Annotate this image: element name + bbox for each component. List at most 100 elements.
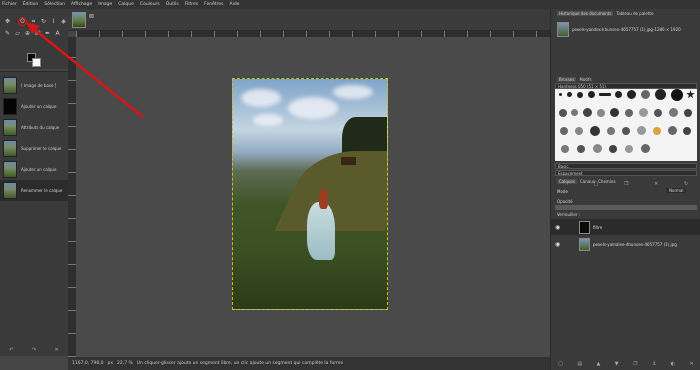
brush-swatch[interactable]: [622, 127, 630, 135]
menu-item-file[interactable]: Fichier: [2, 2, 17, 7]
image-tab-thumbnail[interactable]: [72, 12, 86, 28]
clone-tool-icon[interactable]: ⊕: [23, 29, 32, 38]
raise-layer-icon[interactable]: ▲: [596, 361, 600, 367]
brush-swatch[interactable]: [567, 92, 572, 97]
smudge-tool-icon[interactable]: ☍: [33, 29, 42, 38]
anchor-layer-icon[interactable]: ⚓: [652, 361, 656, 367]
history-item[interactable]: Supprimer le calque: [0, 138, 68, 159]
mode-dropdown[interactable]: Normal: [666, 188, 687, 193]
brush-spacing-field[interactable]: Espacement: [555, 170, 697, 176]
brush-swatch[interactable]: [653, 127, 661, 135]
undo-icon[interactable]: ↶: [9, 347, 13, 353]
brush-swatch[interactable]: [684, 109, 692, 117]
brush-swatch[interactable]: [590, 126, 600, 136]
rotate-tool-icon[interactable]: ↻: [39, 17, 48, 26]
image-canvas[interactable]: [76, 37, 550, 357]
lower-layer-icon[interactable]: ▼: [615, 361, 619, 367]
brush-swatch[interactable]: [625, 109, 633, 117]
menu-item-tools[interactable]: Outils: [166, 2, 179, 7]
brush-swatch[interactable]: [637, 126, 646, 135]
visibility-eye-icon[interactable]: ◉: [555, 224, 563, 231]
path-tool-icon[interactable]: ✒: [43, 29, 52, 38]
brush-swatch[interactable]: [610, 108, 619, 117]
menu-item-help[interactable]: Aide: [230, 2, 240, 7]
brush-tag-field[interactable]: Basic,: [555, 163, 697, 169]
new-layer-icon[interactable]: ▢: [558, 361, 563, 367]
brush-swatch[interactable]: [683, 127, 691, 135]
brush-swatch[interactable]: [639, 108, 648, 117]
clear-history-icon[interactable]: ✕: [55, 347, 59, 353]
menu-item-edit[interactable]: Édition: [23, 2, 39, 7]
brush-swatch[interactable]: [597, 109, 605, 117]
opacity-slider[interactable]: [555, 205, 697, 210]
duplicate-brush-icon[interactable]: ❐: [624, 181, 628, 187]
tab-paths[interactable]: Chemins: [598, 179, 615, 184]
layer-name[interactable]: filtre: [593, 225, 602, 230]
background-color-swatch[interactable]: [32, 58, 41, 67]
delete-layer-icon[interactable]: ✕: [690, 361, 694, 367]
layer-row[interactable]: ◉ filtre: [551, 219, 700, 235]
brush-swatch[interactable]: [607, 127, 615, 135]
tab-channels[interactable]: Canaux: [580, 179, 595, 184]
menu-item-colors[interactable]: Couleurs: [140, 2, 160, 7]
menu-item-filters[interactable]: Filtres: [185, 2, 198, 7]
tab-brushes[interactable]: Brosses: [557, 77, 577, 82]
brush-swatch[interactable]: [561, 145, 569, 153]
tab-document-history[interactable]: Historique des documents: [557, 11, 614, 16]
eraser-tool-icon[interactable]: ▱: [13, 29, 22, 38]
brush-swatch[interactable]: [641, 144, 650, 153]
bucket-tool-icon[interactable]: ◈: [59, 17, 68, 26]
brush-swatch[interactable]: [588, 91, 595, 98]
move-tool-icon[interactable]: ✥: [3, 17, 12, 26]
close-tab-icon[interactable]: ⊠: [89, 13, 94, 20]
brush-swatch[interactable]: [615, 91, 622, 98]
image-photo[interactable]: [232, 78, 388, 310]
menu-item-layer[interactable]: Calque: [118, 2, 134, 7]
menu-item-view[interactable]: Affichage: [71, 2, 92, 7]
zoom-selector[interactable]: 22,7 %: [117, 361, 133, 366]
menu-item-windows[interactable]: Fenêtres: [204, 2, 223, 7]
brush-swatch[interactable]: [654, 109, 662, 117]
tab-patterns[interactable]: Motifs: [579, 77, 591, 82]
refresh-brushes-icon[interactable]: ↻: [684, 181, 688, 187]
history-item[interactable]: Ajouter un calque: [0, 96, 68, 117]
brush-swatch[interactable]: [559, 109, 567, 117]
document-item[interactable]: pexels-yandex-khunsen-4657757 (1).jpg-12…: [551, 18, 700, 40]
brush-swatch[interactable]: [583, 108, 592, 117]
tab-layers[interactable]: Calques: [557, 179, 577, 184]
visibility-eye-icon[interactable]: ◉: [555, 241, 563, 248]
brush-swatch[interactable]: [559, 93, 562, 96]
brush-swatch[interactable]: [577, 92, 583, 98]
tab-palette-editor[interactable]: Tableau de palette: [616, 11, 653, 16]
brush-swatch[interactable]: [668, 126, 677, 135]
brush-swatch[interactable]: [671, 89, 683, 101]
brush-swatch[interactable]: [641, 90, 650, 99]
redo-icon[interactable]: ↷: [32, 347, 36, 353]
paintbrush-tool-icon[interactable]: ✎: [3, 29, 12, 38]
new-group-icon[interactable]: ▤: [577, 361, 582, 367]
text-tool-icon[interactable]: A: [53, 29, 62, 38]
warp-tool-icon[interactable]: ⌇: [49, 17, 58, 26]
brush-grid[interactable]: [555, 89, 697, 161]
menu-item-image[interactable]: Image: [98, 2, 112, 7]
brush-swatch[interactable]: [575, 127, 583, 135]
brush-swatch[interactable]: [599, 93, 611, 96]
star-brush-icon[interactable]: [686, 90, 695, 99]
history-item[interactable]: Attributs du calque: [0, 117, 68, 138]
unit-selector[interactable]: px: [108, 361, 114, 366]
brush-swatch[interactable]: [593, 144, 602, 153]
brush-swatch[interactable]: [625, 145, 633, 153]
history-item[interactable]: [ Image de base ]: [0, 75, 68, 96]
layer-row[interactable]: ◉ pexels-yamalee-dhunsen-4657757 (1).jpg: [551, 236, 700, 252]
brush-swatch[interactable]: [669, 108, 678, 117]
brush-swatch[interactable]: [560, 127, 568, 135]
brush-swatch[interactable]: [609, 145, 617, 153]
delete-brush-icon[interactable]: ✕: [654, 181, 658, 187]
history-item[interactable]: Ajouter un calque: [0, 159, 68, 180]
mask-layer-icon[interactable]: ◐: [671, 361, 675, 367]
brush-swatch[interactable]: [577, 145, 585, 153]
crop-tool-icon[interactable]: ⌗: [29, 17, 38, 26]
history-item-selected[interactable]: Renommer le calque: [0, 180, 68, 201]
brush-swatch[interactable]: [571, 109, 578, 116]
brush-swatch[interactable]: [655, 89, 666, 100]
